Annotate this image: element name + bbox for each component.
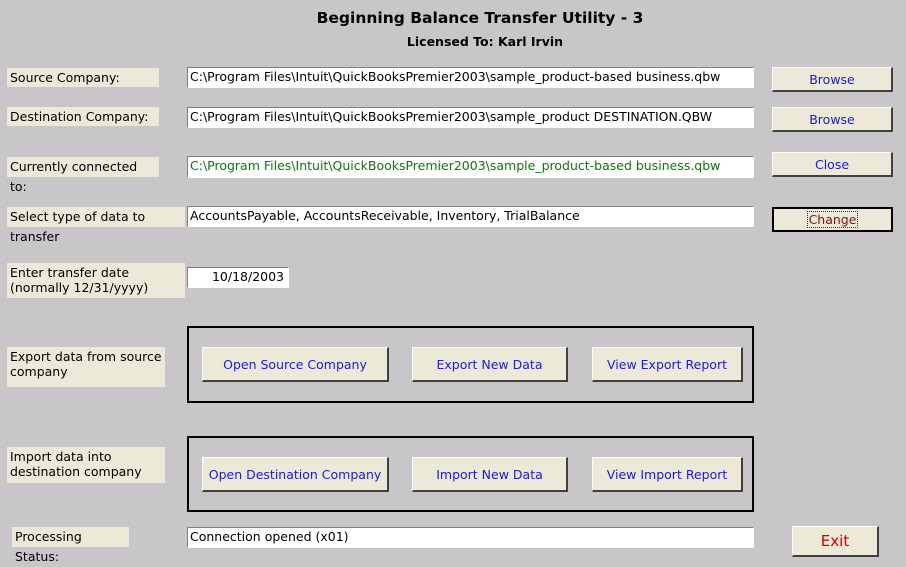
- data-type-label: Select type of data to transfer: [7, 207, 185, 244]
- import-new-data-label: Import New Data: [436, 466, 543, 482]
- export-new-data-button[interactable]: Export New Data: [412, 347, 568, 382]
- connected-label: Currently connected to:: [7, 157, 159, 194]
- open-destination-company-label: Open Destination Company: [208, 466, 382, 482]
- export-label: Export data from source company: [7, 347, 165, 387]
- processing-status-label: Processing Status:: [12, 527, 129, 564]
- window-title: Beginning Balance Transfer Utility - 3: [316, 9, 644, 27]
- source-browse-label: Browse: [809, 71, 855, 87]
- open-destination-company-button[interactable]: Open Destination Company: [202, 457, 389, 492]
- change-data-type-label: Change: [806, 211, 859, 228]
- destination-browse-label: Browse: [809, 111, 855, 127]
- license-text: Licensed To: Karl Irvin: [406, 34, 564, 49]
- open-source-company-label: Open Source Company: [223, 356, 367, 372]
- destination-company-field[interactable]: C:\Program Files\Intuit\QuickBooksPremie…: [187, 107, 754, 128]
- source-company-field[interactable]: C:\Program Files\Intuit\QuickBooksPremie…: [187, 67, 754, 88]
- destination-company-label: Destination Company:: [7, 107, 159, 126]
- open-source-company-button[interactable]: Open Source Company: [202, 347, 389, 382]
- change-data-type-button[interactable]: Change: [772, 207, 893, 232]
- import-new-data-button[interactable]: Import New Data: [412, 457, 568, 492]
- view-import-report-button[interactable]: View Import Report: [592, 457, 743, 492]
- transfer-date-label: Enter transfer date (normally 12/31/yyyy…: [7, 263, 185, 298]
- data-type-field[interactable]: AccountsPayable, AccountsReceivable, Inv…: [187, 206, 754, 227]
- import-label: Import data into destination company: [7, 447, 165, 483]
- view-export-report-button[interactable]: View Export Report: [592, 347, 743, 382]
- transfer-date-field[interactable]: 10/18/2003: [187, 267, 289, 288]
- source-company-label: Source Company:: [7, 68, 159, 87]
- view-export-report-label: View Export Report: [607, 356, 727, 372]
- view-import-report-label: View Import Report: [606, 466, 728, 482]
- exit-button[interactable]: Exit: [792, 526, 879, 557]
- export-new-data-label: Export New Data: [436, 356, 543, 372]
- source-browse-button[interactable]: Browse: [772, 67, 893, 92]
- destination-browse-button[interactable]: Browse: [772, 107, 893, 132]
- close-connection-label: Close: [814, 156, 850, 172]
- processing-status-field: Connection opened (x01): [187, 527, 754, 548]
- connected-company-field: C:\Program Files\Intuit\QuickBooksPremie…: [187, 156, 754, 178]
- exit-label: Exit: [820, 532, 850, 550]
- close-connection-button[interactable]: Close: [772, 152, 893, 177]
